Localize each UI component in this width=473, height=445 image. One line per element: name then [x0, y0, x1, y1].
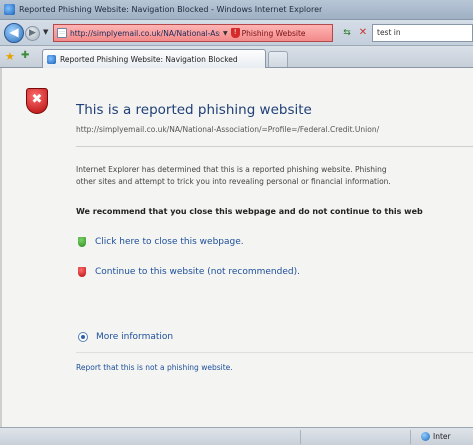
internet-explorer-icon	[4, 4, 15, 15]
continue-link[interactable]: Continue to this website (not recommende…	[95, 267, 300, 277]
tab-bar: ★ ✚ Reported Phishing Website: Navigatio…	[0, 46, 473, 68]
report-not-phishing-link[interactable]: Report that this is not a phishing websi…	[76, 363, 233, 372]
explanation-text: Internet Explorer has determined that th…	[76, 164, 473, 188]
explanation-line-1: Internet Explorer has determined that th…	[76, 165, 387, 174]
new-tab-button[interactable]	[268, 51, 288, 67]
globe-icon	[421, 432, 430, 441]
tab-page-icon	[47, 54, 56, 64]
blocked-shield-icon: ✖	[26, 88, 48, 114]
tab-active[interactable]: Reported Phishing Website: Navigation Bl…	[42, 49, 266, 68]
address-url[interactable]: http://simplyemail.co.uk/NA/National-Ass…	[70, 29, 220, 38]
address-toolbar: ◀ ▶ ▼ http://simplyemail.co.uk/NA/Nation…	[0, 20, 473, 46]
tab-label: Reported Phishing Website: Navigation Bl…	[60, 54, 238, 64]
status-separator	[300, 430, 301, 444]
back-arrow-icon: ◀	[9, 25, 19, 39]
address-bar[interactable]: http://simplyemail.co.uk/NA/National-Ass…	[53, 24, 333, 42]
browser-window: Reported Phishing Website: Navigation Bl…	[0, 0, 473, 445]
phishing-shield-icon[interactable]: !	[230, 28, 240, 38]
blocked-site-url: http://simplyemail.co.uk/NA/National-Ass…	[76, 125, 380, 134]
search-input[interactable]: test in	[372, 24, 473, 42]
phishing-status-label[interactable]: Phishing Website	[242, 29, 306, 38]
explanation-line-2: other sites and attempt to trick you int…	[76, 177, 391, 186]
more-information-label[interactable]: More information	[96, 332, 173, 342]
refresh-button[interactable]: ⇆	[340, 26, 354, 40]
status-separator	[410, 430, 411, 444]
title-bar: Reported Phishing Website: Navigation Bl…	[0, 0, 473, 20]
close-webpage-option[interactable]: Click here to close this webpage.	[78, 237, 244, 247]
more-information-toggle[interactable]: More information	[78, 332, 173, 342]
continue-option[interactable]: Continue to this website (not recommende…	[78, 267, 300, 277]
green-shield-icon	[78, 237, 86, 247]
expand-icon[interactable]	[78, 332, 88, 342]
stop-button[interactable]: ✕	[356, 26, 370, 40]
forward-button[interactable]: ▶	[25, 26, 40, 41]
address-dropdown-icon[interactable]: ▼	[223, 30, 228, 37]
divider	[76, 146, 473, 147]
page-content: ✖ This is a reported phishing website ht…	[0, 68, 473, 427]
back-button[interactable]: ◀	[4, 23, 24, 43]
close-icon: ✕	[358, 27, 368, 38]
page-title: This is a reported phishing website	[76, 102, 312, 118]
status-bar: Inter	[0, 427, 473, 445]
forward-arrow-icon: ▶	[29, 28, 36, 38]
security-zone-label[interactable]: Inter	[433, 432, 451, 441]
bottom-divider	[76, 352, 473, 353]
refresh-icon: ⇆	[343, 28, 351, 38]
history-dropdown-icon[interactable]: ▼	[43, 28, 48, 36]
favorites-star-icon[interactable]: ★	[5, 50, 15, 63]
page-icon	[57, 28, 67, 38]
add-favorites-icon[interactable]: ✚	[21, 50, 29, 61]
window-title: Reported Phishing Website: Navigation Bl…	[19, 5, 323, 14]
red-shield-icon	[78, 267, 86, 277]
recommendation-text: We recommend that you close this webpage…	[76, 207, 423, 216]
close-webpage-link[interactable]: Click here to close this webpage.	[95, 237, 244, 247]
